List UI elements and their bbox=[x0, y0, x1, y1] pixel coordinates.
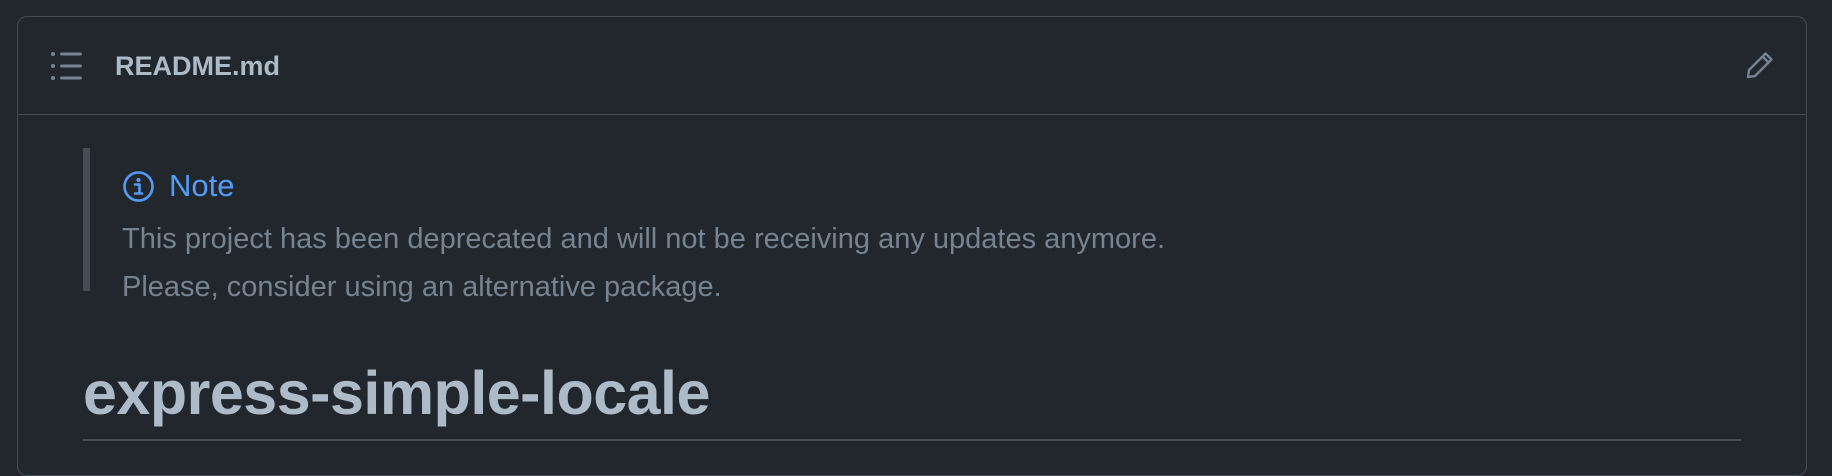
info-icon bbox=[122, 170, 155, 203]
readme-container: README.md Note This project has been dep… bbox=[17, 16, 1807, 476]
note-title: Note bbox=[169, 168, 235, 203]
readme-header: README.md bbox=[18, 17, 1806, 115]
note-heading: Note bbox=[122, 166, 234, 206]
note-body: This project has been deprecated and wil… bbox=[122, 215, 1165, 311]
note-line: This project has been deprecated and wil… bbox=[122, 223, 1166, 255]
note-accent-bar bbox=[83, 148, 90, 291]
note-line: Please, consider using an alternative pa… bbox=[122, 271, 722, 303]
heading-divider bbox=[83, 439, 1741, 441]
note-callout: Note This project has been deprecated an… bbox=[83, 148, 1383, 303]
list-unordered-icon[interactable] bbox=[50, 51, 82, 81]
pencil-icon[interactable] bbox=[1744, 49, 1776, 81]
readme-heading: express-simple-locale bbox=[83, 359, 710, 427]
readme-filename: README.md bbox=[115, 51, 281, 81]
